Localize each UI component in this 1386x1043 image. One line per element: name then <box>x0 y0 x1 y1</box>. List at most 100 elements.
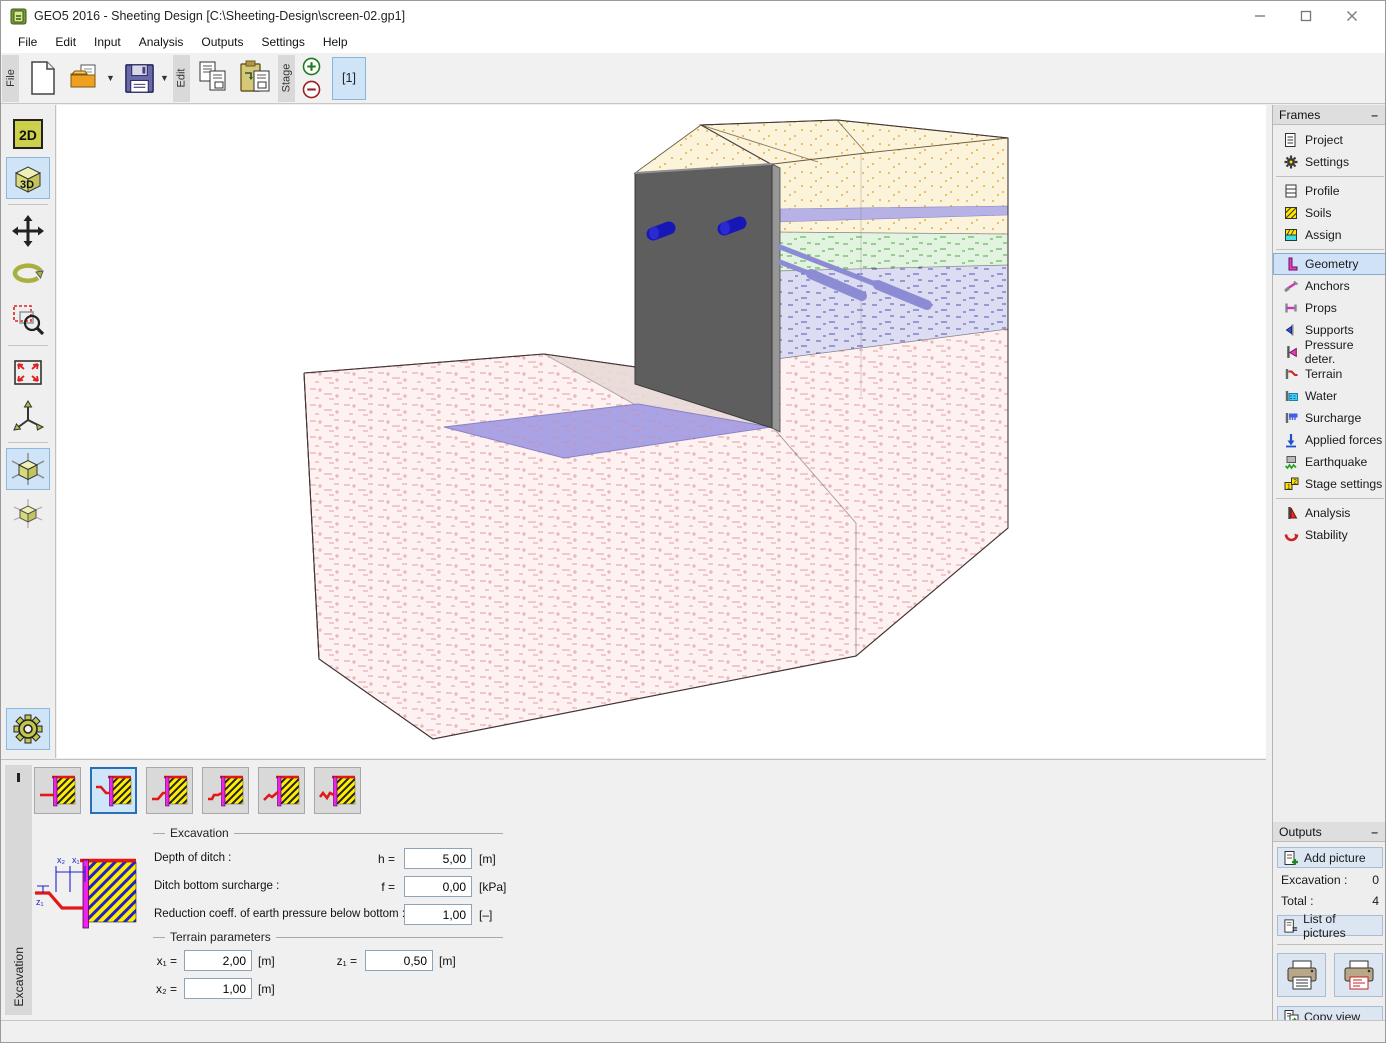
frames-header: Frames – <box>1273 105 1386 125</box>
frame-item-soils[interactable]: Soils <box>1273 202 1386 224</box>
stability-icon <box>1283 527 1299 543</box>
axonometry-button[interactable] <box>6 395 50 437</box>
x1-unit: [m] <box>258 954 275 968</box>
depth-of-ditch-label: Depth of ditch : <box>154 852 231 864</box>
open-folder-icon <box>68 61 102 95</box>
excavation-diagram: x₂ x₁ z₁ <box>34 852 146 934</box>
x1-input[interactable] <box>184 950 252 971</box>
print-preview-button[interactable] <box>1334 953 1383 997</box>
frame-item-profile[interactable]: Profile <box>1273 180 1386 202</box>
frame-item-stage-settings[interactable]: 12Stage settings <box>1273 473 1386 495</box>
copy-button[interactable] <box>193 55 235 101</box>
terrain-shape-rise-smooth[interactable] <box>146 767 193 814</box>
menu-analysis[interactable]: Analysis <box>130 33 193 51</box>
terrain-shape-slope[interactable] <box>258 767 305 814</box>
svg-text:3D: 3D <box>20 179 34 191</box>
close-button[interactable] <box>1329 1 1375 31</box>
list-of-pictures-button[interactable]: List of pictures <box>1277 915 1383 936</box>
excavation-panel: Excavation <box>1 759 1266 1020</box>
stage-1-button[interactable]: [1] <box>332 57 366 100</box>
frame-item-props[interactable]: Props <box>1273 297 1386 319</box>
rotate-button[interactable] <box>6 254 50 296</box>
frame-item-project[interactable]: Project <box>1273 129 1386 151</box>
frame-item-terrain[interactable]: Terrain <box>1273 363 1386 385</box>
printer-icon <box>1285 959 1319 991</box>
frame-item-analysis[interactable]: Analysis <box>1273 502 1386 524</box>
earthquake-icon <box>1283 454 1299 470</box>
depth-of-ditch-input[interactable] <box>404 848 472 869</box>
view-direction-button[interactable] <box>6 448 50 490</box>
outputs-header: Outputs – <box>1273 822 1386 842</box>
pan-icon <box>10 213 46 249</box>
frame-item-water[interactable]: Water <box>1273 385 1386 407</box>
frame-item-settings[interactable]: Settings <box>1273 151 1386 173</box>
view-cube-button[interactable] <box>6 492 50 534</box>
zoom-window-icon <box>10 301 46 337</box>
view-2d-button[interactable]: 2D <box>6 113 50 155</box>
menu-settings[interactable]: Settings <box>252 33 313 51</box>
open-dropdown[interactable]: ▼ <box>106 55 118 101</box>
minimize-button[interactable] <box>1237 1 1283 31</box>
zoom-window-button[interactable] <box>6 298 50 340</box>
pan-button[interactable] <box>6 210 50 252</box>
view-2d-icon: 2D <box>10 116 46 152</box>
save-dropdown[interactable]: ▼ <box>160 55 172 101</box>
visualization-settings-icon <box>10 711 46 747</box>
frame-item-anchors[interactable]: Anchors <box>1273 275 1386 297</box>
visualization-settings-button[interactable] <box>6 708 50 750</box>
outputs-minimize-icon[interactable]: – <box>1368 825 1381 839</box>
frame-item-surcharge[interactable]: Surcharge <box>1273 407 1386 429</box>
soils-icon <box>1283 205 1299 221</box>
save-file-button[interactable] <box>118 55 160 101</box>
menu-file[interactable]: File <box>9 33 46 51</box>
window-title: GEO5 2016 - Sheeting Design [C:\Sheeting… <box>34 9 405 23</box>
print-button[interactable] <box>1277 953 1326 997</box>
copy-icon <box>196 59 232 97</box>
frame-item-assign[interactable]: Assign <box>1273 224 1386 246</box>
excavation-count-row: Excavation : 0 <box>1273 868 1386 889</box>
frame-item-earthquake[interactable]: Earthquake <box>1273 451 1386 473</box>
ditch-surcharge-input[interactable] <box>404 876 472 897</box>
surcharge-icon <box>1283 410 1299 426</box>
toolbar-group-edit: Edit <box>173 55 190 102</box>
remove-stage-button[interactable] <box>302 80 321 99</box>
view-3d-button[interactable]: 3D <box>6 157 50 199</box>
open-file-button[interactable] <box>64 55 106 101</box>
add-picture-icon <box>1283 850 1299 866</box>
toolbar-separator <box>8 345 48 346</box>
group-terrain-parameters: Terrain parameters <box>153 930 503 944</box>
toolbar-group-file: File <box>2 55 19 102</box>
panel-grip[interactable] <box>17 773 20 782</box>
geometry-icon <box>1283 256 1299 272</box>
pressure-icon <box>1283 344 1299 360</box>
menu-input[interactable]: Input <box>85 33 130 51</box>
frame-item-applied-forces[interactable]: Applied forces <box>1273 429 1386 451</box>
paste-button[interactable] <box>235 55 277 101</box>
frames-minimize-icon[interactable]: – <box>1368 108 1381 122</box>
menu-help[interactable]: Help <box>314 33 357 51</box>
zoom-extents-button[interactable] <box>6 351 50 393</box>
reduction-coeff-input[interactable] <box>404 904 472 925</box>
add-stage-button[interactable] <box>302 57 321 76</box>
frame-item-pressure-deter[interactable]: Pressure deter. <box>1273 341 1386 363</box>
new-file-button[interactable] <box>22 55 64 101</box>
z1-input[interactable] <box>365 950 433 971</box>
terrain-shape-step-down[interactable] <box>90 767 137 814</box>
menu-edit[interactable]: Edit <box>46 33 85 51</box>
frame-item-stability[interactable]: Stability <box>1273 524 1386 546</box>
supports-icon <box>1283 322 1299 338</box>
terrain-shape-rise-step[interactable] <box>202 767 249 814</box>
frames-list: ProjectSettings ProfileSoilsAssign Geometr… <box>1273 125 1386 546</box>
add-picture-button[interactable]: Add picture <box>1277 847 1383 868</box>
menubar: File Edit Input Analysis Outputs Setting… <box>1 31 1385 53</box>
terrain-shape-wavy[interactable] <box>314 767 361 814</box>
toolbar-separator <box>8 204 48 205</box>
maximize-button[interactable] <box>1283 1 1329 31</box>
frame-item-geometry[interactable]: Geometry <box>1273 253 1386 275</box>
terrain-shape-flat[interactable] <box>34 767 81 814</box>
menu-outputs[interactable]: Outputs <box>192 33 252 51</box>
model-canvas[interactable] <box>57 105 1266 758</box>
x2-input[interactable] <box>184 978 252 999</box>
paste-icon <box>237 59 275 97</box>
excavation-tab[interactable]: Excavation <box>5 765 32 1015</box>
